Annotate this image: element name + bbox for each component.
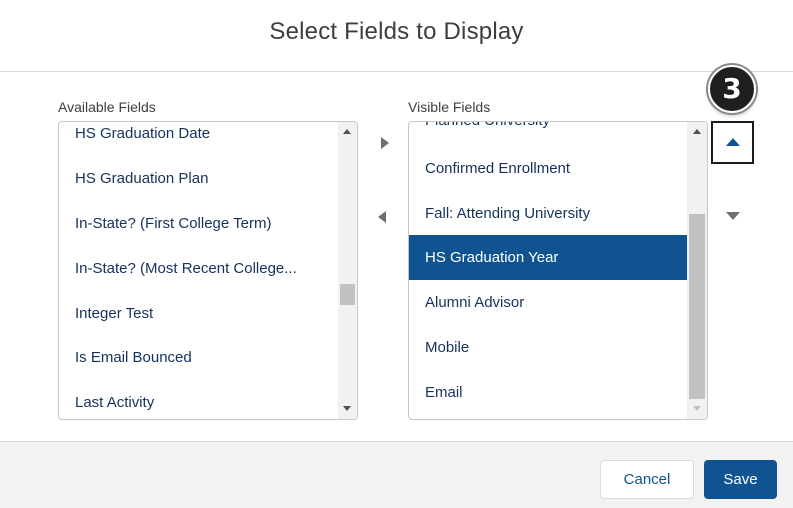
cancel-button[interactable]: Cancel — [600, 460, 694, 499]
list-item[interactable]: In-State? (Most Recent College... — [59, 246, 338, 291]
save-button[interactable]: Save — [704, 460, 777, 499]
list-item[interactable]: Planned University — [409, 122, 687, 143]
list-item[interactable]: Confirmed Enrollment — [409, 146, 687, 191]
list-item[interactable]: Integer Test — [59, 291, 338, 336]
list-item[interactable]: In-State? (First College Term) — [59, 201, 338, 246]
move-to-available-button[interactable] — [372, 207, 392, 227]
modal-footer: Cancel Save — [0, 441, 793, 508]
list-item-selected[interactable]: HS Graduation Year — [409, 235, 687, 280]
triangle-down-icon — [726, 212, 740, 220]
list-item[interactable]: HS Graduation Date — [59, 122, 338, 156]
list-item[interactable]: Email — [409, 370, 687, 415]
scroll-up-arrow-icon[interactable] — [343, 129, 351, 134]
available-scrollbar[interactable] — [338, 122, 357, 419]
available-fields-label: Available Fields — [58, 99, 156, 115]
visible-fields-label: Visible Fields — [408, 99, 491, 115]
move-down-button[interactable] — [722, 206, 744, 226]
triangle-left-icon — [378, 211, 386, 223]
visible-scroll-thumb[interactable] — [689, 214, 705, 399]
move-to-visible-button[interactable] — [375, 133, 395, 153]
modal-title: Select Fields to Display — [269, 18, 524, 45]
modal-header: Select Fields to Display — [0, 0, 793, 72]
visible-scrollbar[interactable] — [687, 122, 707, 419]
move-up-button[interactable] — [711, 121, 754, 164]
list-item[interactable]: Is Email Bounced — [59, 335, 338, 380]
list-item[interactable]: Mobile — [409, 325, 687, 370]
available-scroll-thumb[interactable] — [340, 284, 355, 305]
visible-fields-listbox[interactable]: Planned University Confirmed Enrollment … — [408, 121, 708, 420]
scroll-down-arrow-icon[interactable] — [343, 406, 351, 411]
list-item[interactable]: Fall: Attending University — [409, 191, 687, 236]
step-badge: 3 — [708, 65, 756, 113]
triangle-up-icon — [726, 138, 740, 146]
scroll-down-arrow-icon[interactable] — [693, 406, 701, 411]
scroll-up-arrow-icon[interactable] — [693, 129, 701, 134]
available-fields-listbox[interactable]: HS Graduation Date HS Graduation Plan In… — [58, 121, 358, 420]
list-item[interactable]: HS Graduation Plan — [59, 156, 338, 201]
list-item[interactable]: Last Activity — [59, 380, 338, 419]
list-item[interactable]: Alumni Advisor — [409, 280, 687, 325]
triangle-right-icon — [381, 137, 389, 149]
